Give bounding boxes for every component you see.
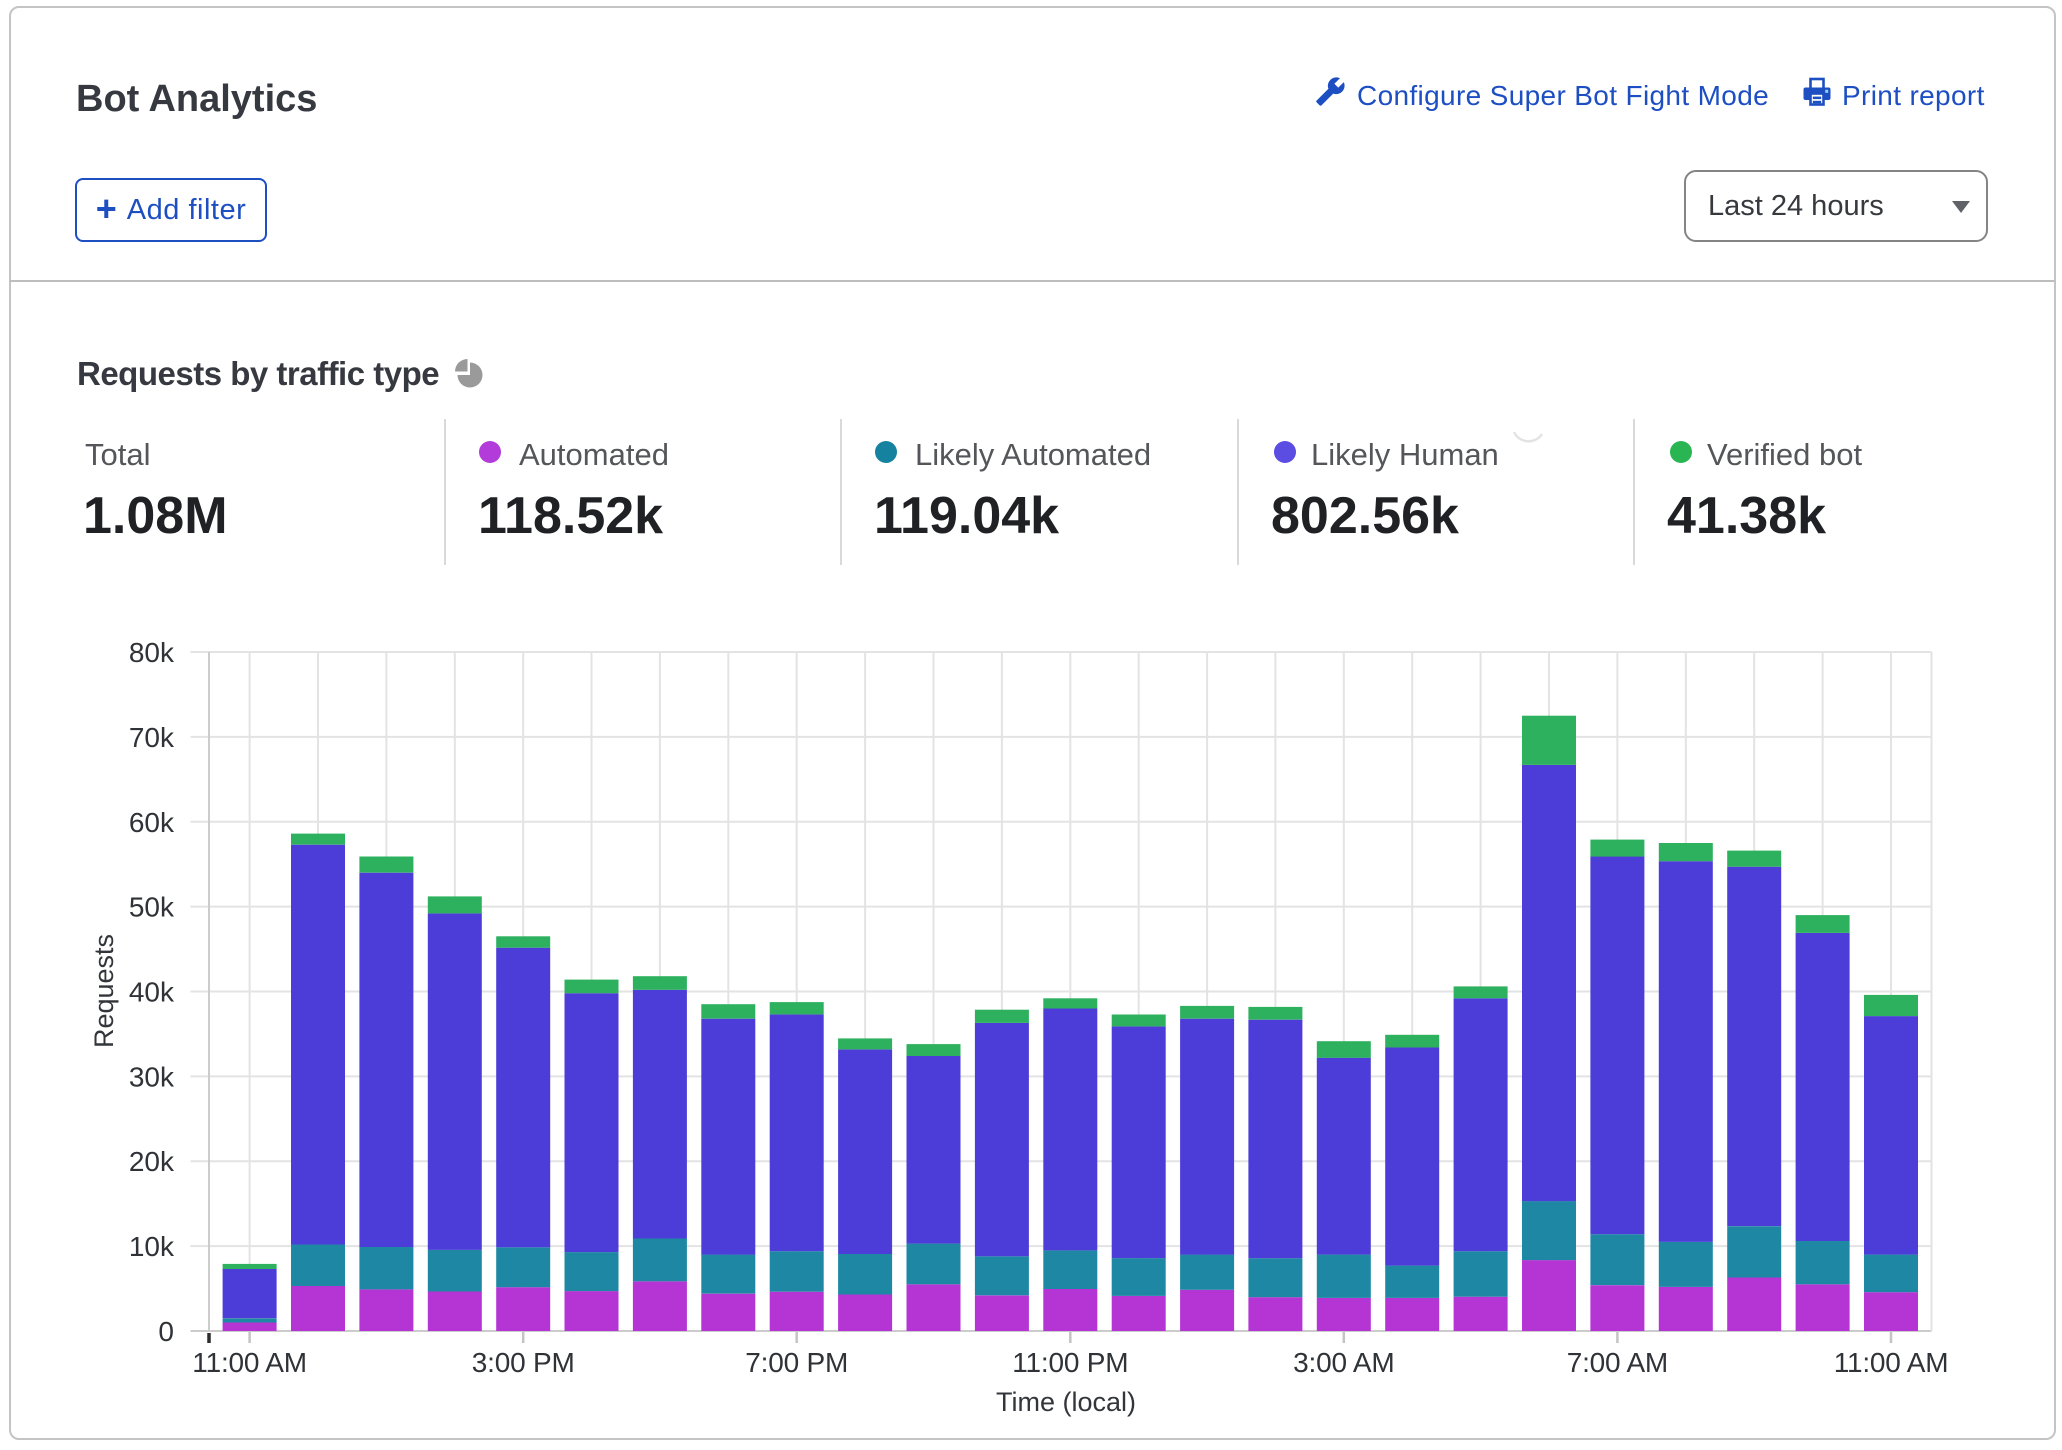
svg-text:10k: 10k [129,1231,175,1262]
svg-text:7:00 PM: 7:00 PM [745,1347,848,1378]
svg-text:0: 0 [158,1316,174,1347]
svg-text:Time (local): Time (local) [996,1387,1136,1417]
svg-text:30k: 30k [129,1061,175,1092]
svg-text:7:00 AM: 7:00 AM [1567,1347,1668,1378]
svg-text:20k: 20k [129,1146,175,1177]
svg-text:11:00 PM: 11:00 PM [1012,1347,1128,1378]
svg-text:11:00 AM: 11:00 AM [1834,1347,1949,1378]
svg-text:80k: 80k [129,637,175,668]
svg-text:50k: 50k [129,892,175,923]
svg-text:60k: 60k [129,807,175,838]
svg-text:Requests: Requests [89,934,119,1048]
svg-text:3:00 AM: 3:00 AM [1293,1347,1394,1378]
svg-text:3:00 PM: 3:00 PM [472,1347,575,1378]
svg-text:70k: 70k [129,722,175,753]
svg-text:40k: 40k [129,977,175,1008]
svg-text:11:00 AM: 11:00 AM [192,1347,307,1378]
